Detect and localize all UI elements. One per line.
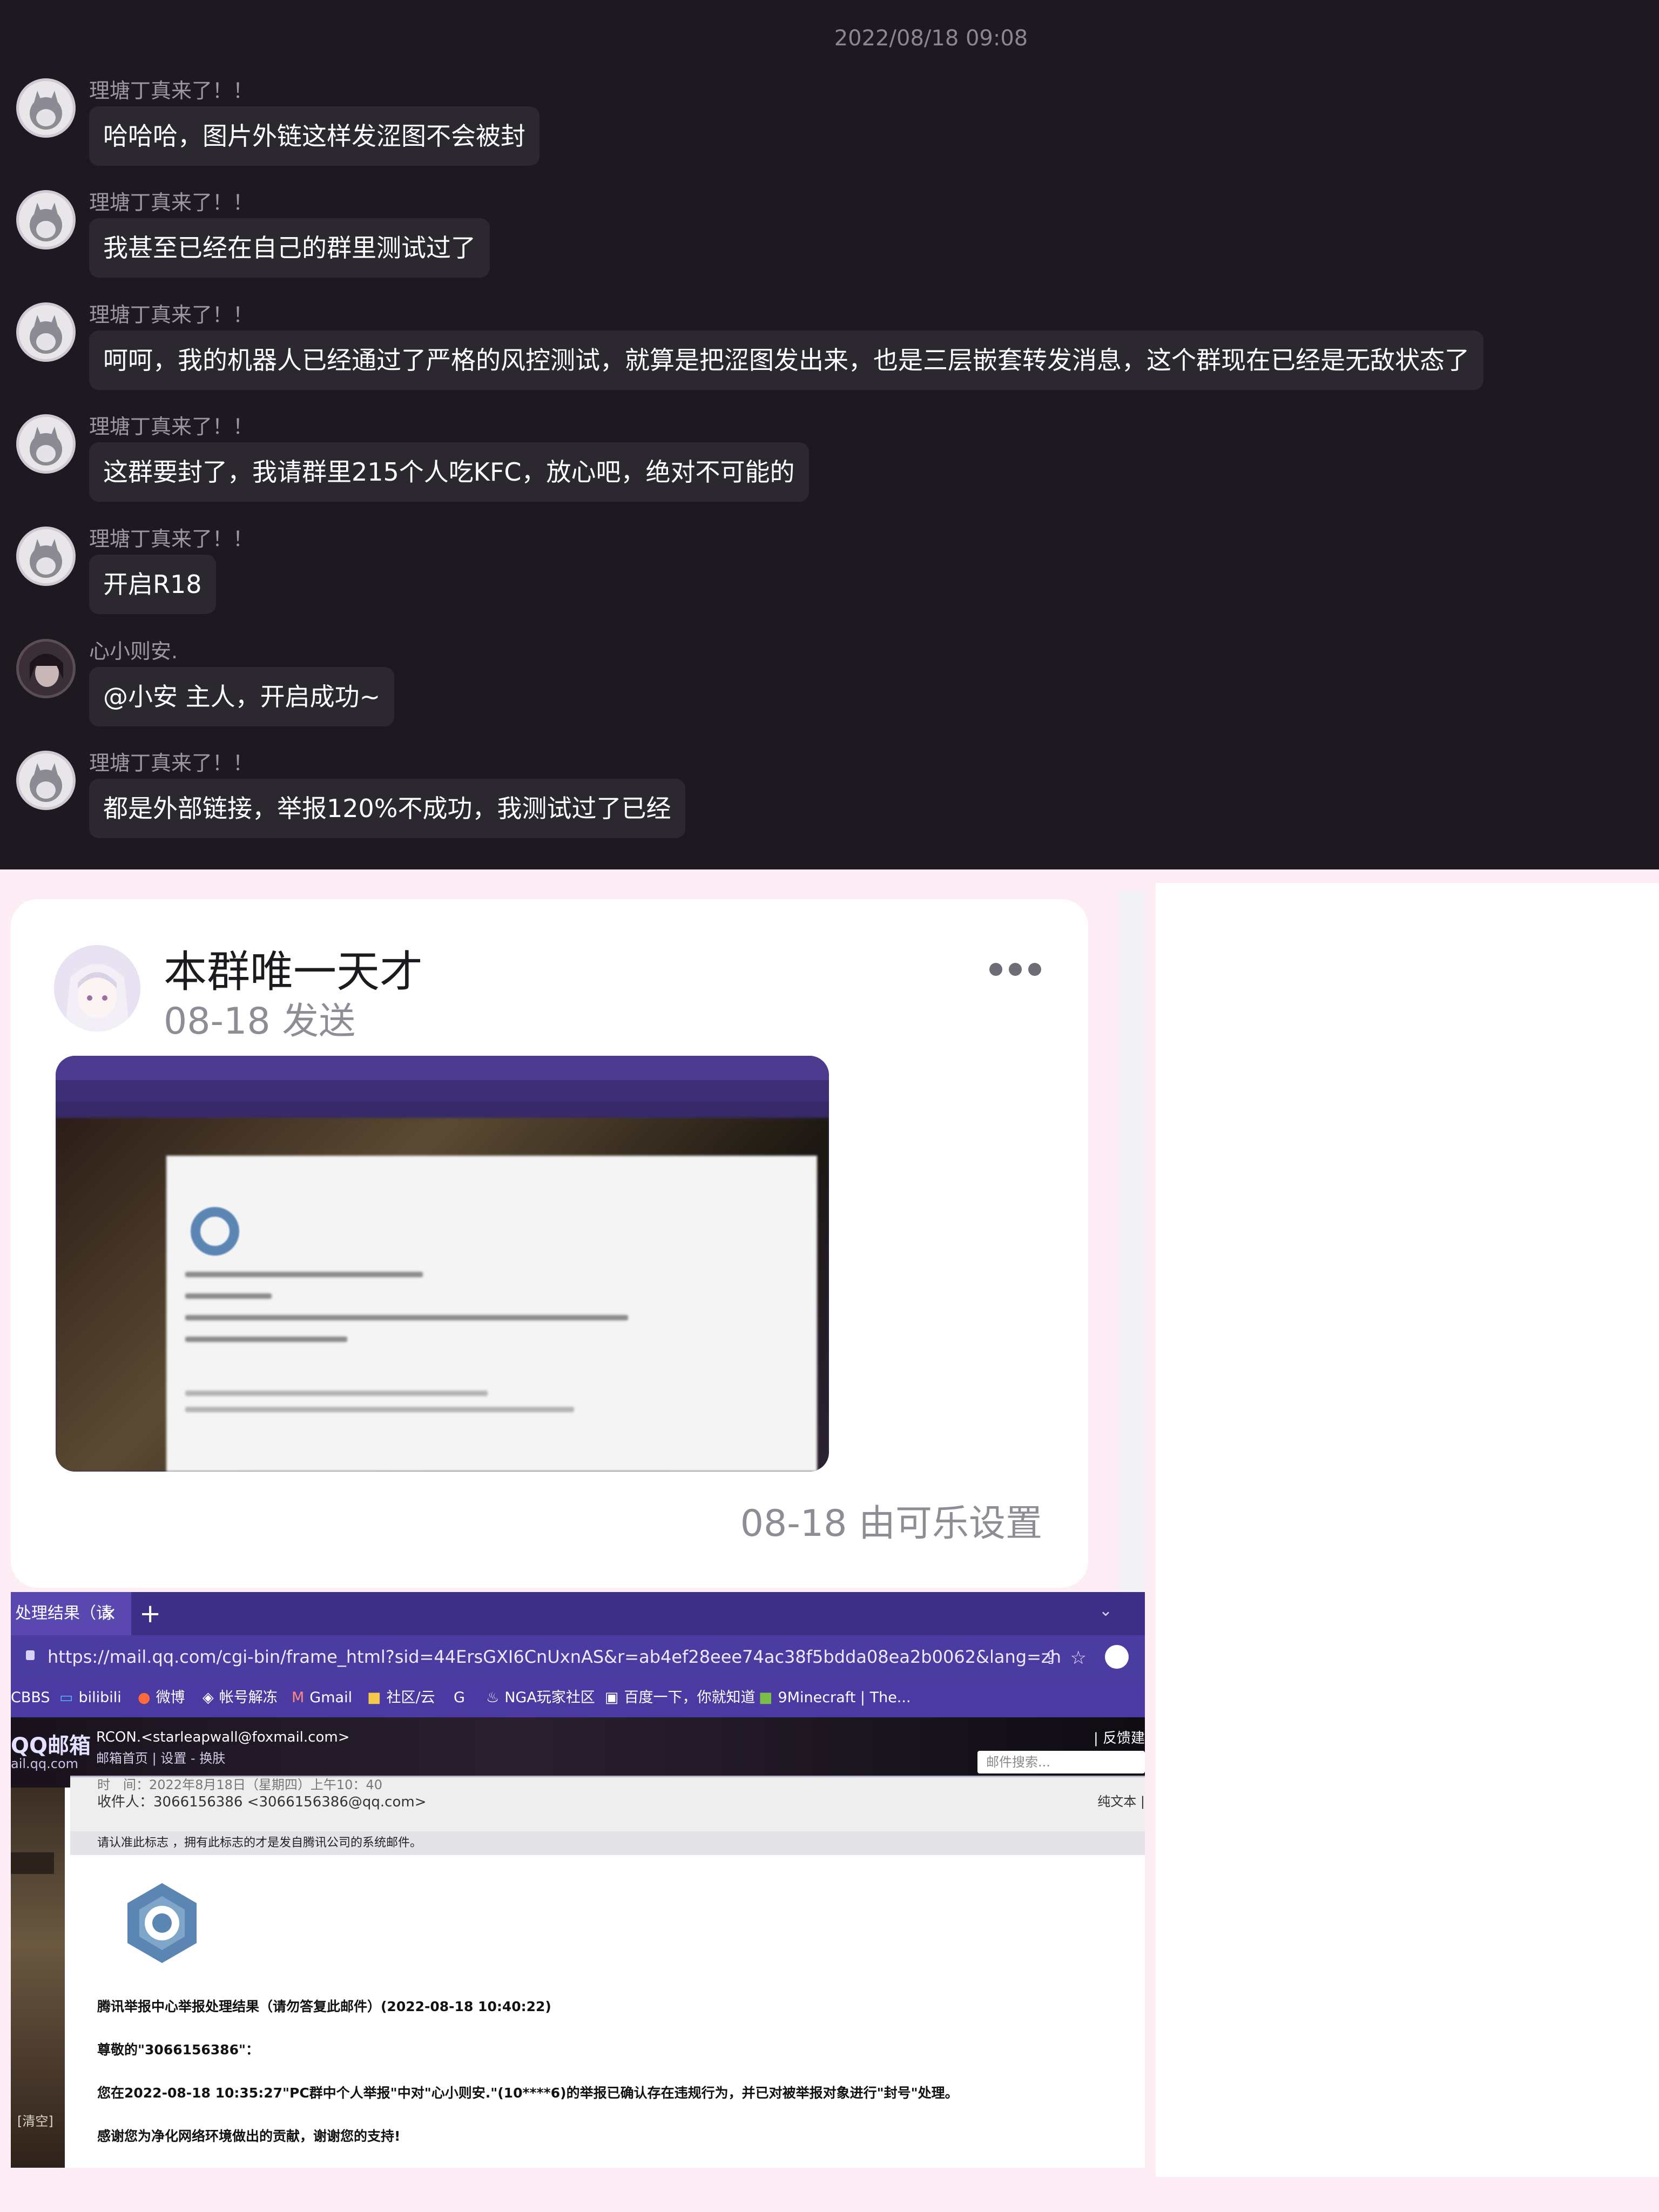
sender-name: 心小则安. (89, 639, 178, 663)
mail-reading-pane: 时 间：2022年8月18日（星期四）上午10：40 收件人：306615638… (70, 1776, 1145, 2168)
account-name: RCON.<starleapwall@foxmail.com> (96, 1729, 350, 1745)
sender-name: 理塘丁真来了！！ (89, 415, 254, 439)
sidebar-item[interactable] (11, 1852, 54, 1874)
mail-domain: ail.qq.com (11, 1756, 79, 1771)
tab-bar: 处理结果（请 × + ⌄ (11, 1592, 1145, 1635)
mail-greeting: 尊敬的"3066156386"： (97, 2042, 260, 2058)
bookmark-item[interactable]: ▣ 百度一下，你就知道 (605, 1678, 756, 1717)
browser-window: 处理结果（请 × + ⌄ https://mail.qq.com/cgi-bin… (11, 1592, 1145, 2168)
mail-sidebar: [清空] (11, 1788, 65, 2168)
clear-button[interactable]: [清空] (17, 2110, 53, 2129)
sender-name: 理塘丁真来了！！ (89, 191, 254, 214)
sender-name: 理塘丁真来了！！ (89, 79, 254, 103)
bookmark-item[interactable]: M Gmail (292, 1678, 352, 1717)
chat-panel: 2022/08/18 09:08 理塘丁真来了！！ 哈哈哈，图片外链这样发涩图不… (0, 0, 1659, 869)
announcement-card: 本群唯一天才 08-18 发送 08-18 由可乐设置 (11, 899, 1088, 1588)
message-bubble[interactable]: 我甚至已经在自己的群里测试过了 (89, 218, 490, 278)
avatar[interactable] (16, 751, 76, 810)
mail-subject: 腾讯举报中心举报处理结果（请勿答复此邮件）(2022-08-18 10:40:2… (97, 1999, 551, 2014)
message-bubble[interactable]: @小安 主人，开启成功~ (89, 667, 395, 726)
bookmark-item[interactable]: ■ 9Minecraft | The... (759, 1678, 911, 1717)
card-title: 本群唯一天才 (164, 947, 423, 997)
url-text[interactable]: https://mail.qq.com/cgi-bin/frame_html?s… (48, 1635, 1061, 1678)
message-bubble[interactable]: 开启R18 (89, 555, 216, 614)
bookmark-item[interactable]: CBBS (11, 1678, 50, 1717)
new-tab-button[interactable]: + (139, 1592, 161, 1635)
avatar[interactable] (54, 945, 140, 1031)
mail-time: 时 间：2022年8月18日（星期四）上午10：40 (97, 1777, 382, 1792)
close-icon[interactable]: × (102, 1592, 117, 1635)
shield-icon: ◈ (203, 1689, 214, 1706)
security-notice: 请认准此标志 ，拥有此标志的才是发自腾讯公司的系统邮件。 (70, 1831, 1145, 1855)
avatar[interactable] (16, 414, 76, 474)
bookmark-item[interactable]: ▭ bilibili (59, 1678, 122, 1717)
tencent-logo-icon (127, 1883, 197, 1963)
mail-recipient: 收件人：3066156386 <3066156386@qq.com> (97, 1794, 427, 1810)
message-bubble[interactable]: 呵呵，我的机器人已经通过了严格的风控测试，就算是把涩图发出来，也是三层嵌套转发消… (89, 331, 1483, 390)
message-bubble[interactable]: 哈哈哈，图片外链这样发涩图不会被封 (89, 106, 539, 166)
bookmark-item[interactable]: ◈ 帐号解冻 (203, 1678, 278, 1717)
header-links[interactable]: 邮箱首页 | 设置 - 换肤 (96, 1748, 225, 1766)
bookmark-item[interactable]: ● 微博 (138, 1678, 185, 1717)
tv-icon: ▭ (59, 1689, 73, 1706)
avatar[interactable] (16, 527, 76, 586)
scroll-strip (1119, 891, 1145, 1599)
star-icon[interactable]: ☆ (1070, 1647, 1087, 1669)
mail-search-input[interactable]: 邮件搜索... (977, 1751, 1145, 1773)
gmail-icon: M (292, 1689, 305, 1706)
address-bar[interactable]: https://mail.qq.com/cgi-bin/frame_html?s… (11, 1635, 1145, 1678)
sender-name: 理塘丁真来了！！ (89, 303, 254, 327)
baidu-icon: ▣ (605, 1689, 619, 1706)
sender-name: 理塘丁真来了！！ (89, 751, 254, 775)
avatar[interactable] (16, 639, 76, 698)
lock-icon (26, 1650, 35, 1660)
avatar[interactable] (16, 78, 76, 138)
mail-closing: 感谢您为净化网络环境做出的贡献，谢谢您的支持! (97, 2128, 401, 2144)
tab-title: 处理结果（请 (15, 1604, 112, 1623)
chat-timestamp: 2022/08/18 09:08 (834, 26, 1028, 51)
mail-meta: 时 间：2022年8月18日（星期四）上午10：40 收件人：306615638… (70, 1777, 1145, 1831)
folder-icon: ■ (367, 1689, 381, 1706)
plain-text-link[interactable]: 纯文本 | (1097, 1791, 1145, 1810)
more-options-icon[interactable] (989, 963, 1048, 978)
qqmail-logo[interactable]: QQ邮箱 (11, 1728, 91, 1759)
feedback-link[interactable]: | 反馈建 (1094, 1727, 1145, 1747)
mail-body: 您在2022-08-18 10:35:27"PC群中个人举报"中对"心小则安."… (97, 2085, 959, 2101)
nga-icon: ♨ (486, 1689, 500, 1706)
card-subtitle: 08-18 发送 (164, 1000, 356, 1043)
card-footer: 08-18 由可乐设置 (740, 1502, 1042, 1545)
blank-area (1156, 883, 1659, 2177)
minecraft-icon: ■ (759, 1689, 773, 1706)
avatar[interactable] (16, 190, 76, 249)
message-bubble[interactable]: 都是外部链接，举报120%不成功，我测试过了已经 (89, 779, 685, 838)
bookmark-item[interactable]: ■ 社区/云 (367, 1678, 435, 1717)
bookmarks-bar: CBBS ▭ bilibili ● 微博 ◈ 帐号解冻 M Gmail ■ 社区/云 G … (11, 1678, 1145, 1717)
share-icon[interactable]: ⇪ (1043, 1647, 1059, 1669)
bookmark-item[interactable]: ♨ NGA玩家社区 (486, 1678, 595, 1717)
weibo-icon: ● (138, 1689, 151, 1706)
avatar[interactable] (16, 302, 76, 362)
message-bubble[interactable]: 这群要封了，我请群里215个人吃KFC，放心吧，绝对不可能的 (89, 442, 809, 502)
chevron-down-icon[interactable]: ⌄ (1099, 1592, 1112, 1630)
attached-image[interactable] (56, 1056, 829, 1472)
sender-name: 理塘丁真来了！！ (89, 527, 254, 551)
google-icon[interactable]: G (454, 1678, 470, 1717)
profile-icon[interactable] (1105, 1645, 1129, 1669)
